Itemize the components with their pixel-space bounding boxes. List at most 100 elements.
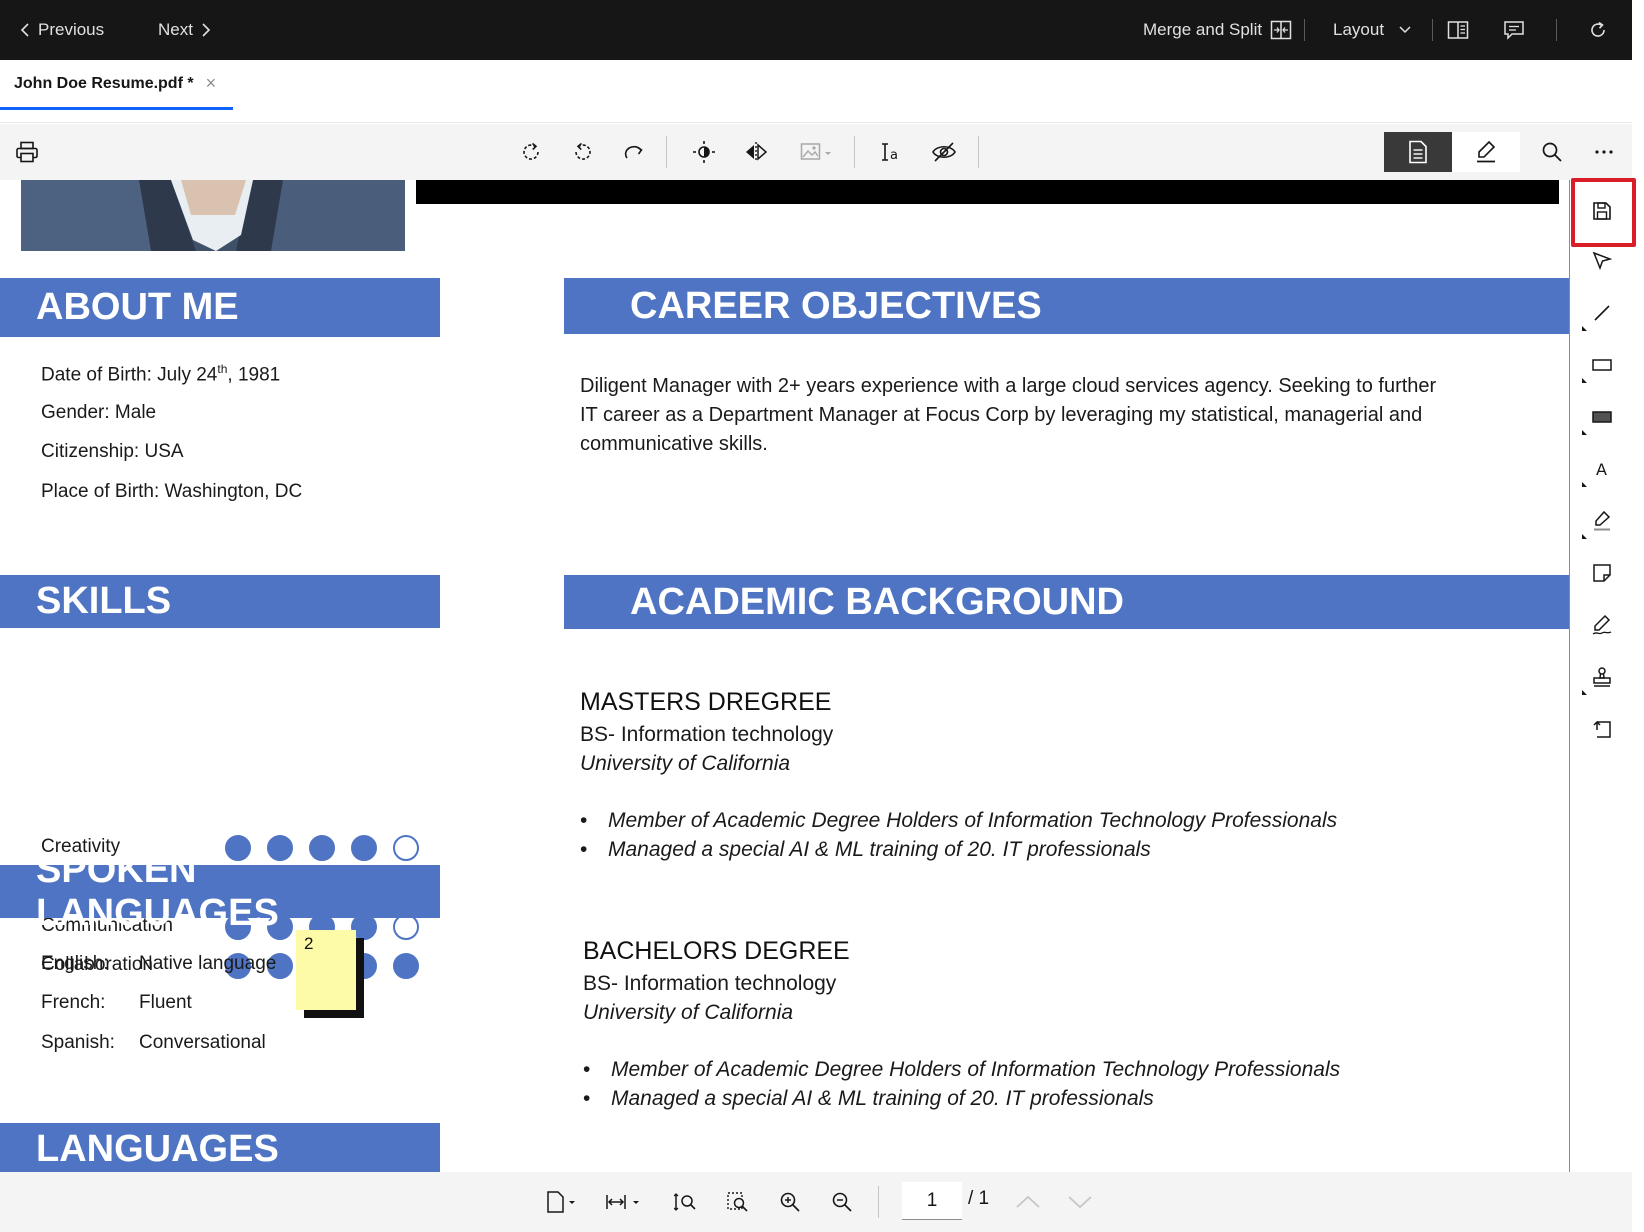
print-button[interactable]	[9, 134, 45, 170]
next-button[interactable]: Next	[158, 0, 211, 60]
language-level: Fluent	[139, 992, 192, 1013]
view-mode-button[interactable]	[1384, 132, 1452, 172]
divider	[1304, 19, 1305, 41]
previous-button[interactable]: Previous	[20, 0, 104, 60]
list-item: Managed a special AI & ML training of 20…	[583, 1087, 1340, 1116]
submenu-indicator	[1582, 482, 1587, 487]
brightness-icon	[692, 140, 716, 164]
text-tool-button[interactable]: a	[874, 134, 910, 170]
flip-horizontal-icon	[744, 141, 768, 163]
sticky-note-annotation[interactable]: 2	[296, 930, 364, 1018]
side-panel-button[interactable]	[1440, 12, 1476, 48]
rotate-clockwise-icon	[520, 141, 542, 163]
layout-dropdown[interactable]: Layout	[1333, 0, 1412, 60]
text-annotation-button[interactable]: A	[1582, 449, 1622, 489]
text-icon: A	[1592, 459, 1612, 479]
previous-page-button[interactable]	[1010, 1184, 1046, 1220]
submenu-indicator	[1582, 378, 1587, 383]
page-number-input[interactable]	[902, 1182, 962, 1220]
toolbar: a	[0, 124, 1632, 180]
page-total: / 1	[968, 1188, 990, 1209]
highlight-tool-button[interactable]	[1582, 501, 1622, 541]
flip-button[interactable]	[738, 134, 774, 170]
side-panel-icon	[1447, 20, 1469, 40]
marquee-zoom-icon	[726, 1191, 750, 1213]
sticky-note-tool-button[interactable]	[1582, 553, 1622, 593]
document-icon	[1408, 140, 1428, 164]
zoom-in-icon	[779, 1191, 801, 1213]
header-bar	[416, 180, 1559, 204]
contrast-button[interactable]	[686, 134, 722, 170]
fit-width-dropdown[interactable]	[603, 1184, 647, 1220]
fit-page-button[interactable]	[668, 1184, 704, 1220]
profile-photo	[21, 180, 405, 251]
marquee-zoom-button[interactable]	[720, 1184, 756, 1220]
redo-button[interactable]	[617, 134, 653, 170]
svg-text:A: A	[1596, 460, 1607, 479]
annotate-mode-button[interactable]	[1452, 132, 1520, 172]
stamp-tool-button[interactable]	[1582, 657, 1622, 697]
filled-shape-tool-button[interactable]	[1582, 397, 1622, 437]
line-icon	[1592, 303, 1612, 323]
svg-text:a: a	[890, 148, 898, 163]
next-page-button[interactable]	[1062, 1184, 1098, 1220]
refresh-button[interactable]	[1580, 12, 1616, 48]
language-level: Conversational	[139, 1032, 266, 1053]
tab-john-doe-resume[interactable]: John Doe Resume.pdf * ×	[0, 60, 233, 110]
pointer-icon	[1592, 250, 1612, 270]
divider	[1556, 19, 1557, 41]
section-heading-spoken-languages: SPOKEN LANGUAGES	[0, 849, 440, 934]
close-icon[interactable]: ×	[206, 73, 217, 94]
rectangle-tool-button[interactable]	[1582, 345, 1622, 385]
zoom-in-button[interactable]	[772, 1184, 808, 1220]
annotation-rail: A	[1572, 180, 1632, 1172]
page-view-dropdown[interactable]	[540, 1184, 584, 1220]
pen-icon	[1475, 140, 1497, 164]
tab-title: John Doe Resume.pdf *	[14, 74, 194, 92]
hide-annotations-button[interactable]	[926, 134, 962, 170]
merge-split-icon	[1270, 19, 1292, 41]
merge-split-label: Merge and Split	[1143, 20, 1263, 39]
merge-split-button[interactable]: Merge and Split	[1143, 0, 1292, 60]
search-icon	[1541, 141, 1563, 163]
chevron-down-icon	[1398, 25, 1412, 35]
dob-text: Date of Birth: July 24	[41, 364, 218, 386]
place-of-birth: Place of Birth: Washington, DC	[41, 481, 303, 502]
language-name: French:	[41, 992, 106, 1013]
rotate-counterclockwise-button[interactable]	[565, 134, 601, 170]
search-button[interactable]	[1534, 134, 1570, 170]
rating-dot-filled	[393, 953, 419, 979]
overflow-menu-icon	[1594, 149, 1614, 155]
degree-school: University of California	[580, 752, 791, 775]
page-icon	[545, 1190, 579, 1214]
more-options-button[interactable]	[1586, 134, 1622, 170]
comments-button[interactable]	[1496, 12, 1532, 48]
redo-icon	[624, 141, 646, 163]
rotate-clockwise-button[interactable]	[513, 134, 549, 170]
zoom-out-button[interactable]	[824, 1184, 860, 1220]
line-tool-button[interactable]	[1582, 293, 1622, 333]
zoom-out-icon	[831, 1191, 853, 1213]
fit-page-icon	[674, 1191, 698, 1213]
career-objective-text: Diligent Manager with 2+ years experienc…	[580, 375, 1437, 455]
print-icon	[15, 141, 39, 163]
section-heading-about: ABOUT ME	[0, 278, 440, 337]
page-edge	[1569, 180, 1570, 1172]
signature-tool-button[interactable]	[1582, 605, 1622, 645]
sticky-note-count: 2	[304, 934, 314, 953]
document-viewer[interactable]: ABOUT ME Date of Birth: July 24th, 1981 …	[0, 180, 1570, 1172]
filled-rectangle-icon	[1591, 409, 1613, 425]
highlighter-icon	[1591, 510, 1613, 532]
chevron-left-icon	[20, 22, 30, 38]
submenu-indicator	[1582, 430, 1587, 435]
image-icon	[800, 141, 834, 163]
degree-school: University of California	[583, 1001, 794, 1024]
list-item: Member of Academic Degree Holders of Inf…	[583, 1058, 1340, 1087]
undo-annotation-button[interactable]	[1582, 709, 1622, 749]
eye-off-icon	[931, 141, 957, 163]
degree-program: BS- Information technology	[580, 723, 834, 746]
image-tool-dropdown[interactable]	[792, 134, 842, 170]
bottom-bar: / 1	[0, 1172, 1632, 1232]
layout-label: Layout	[1333, 20, 1385, 39]
next-label: Next	[158, 20, 193, 39]
